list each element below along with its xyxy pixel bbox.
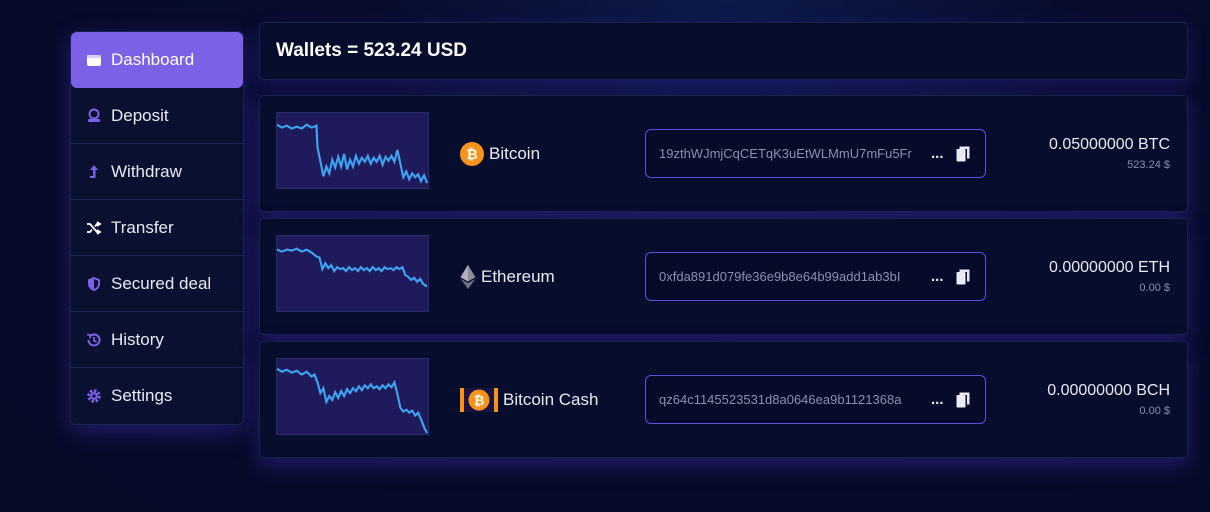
sidebar-item-label: Secured deal [111,273,212,293]
wallet-card-ethereum: Ethereum 0xfda891d079fe36e9b8e64b99add1a… [259,218,1188,335]
sidebar-item-withdraw[interactable]: Withdraw [71,144,243,200]
wallet-balance: 0.05000000 BTC 523.24 $ [1049,136,1170,171]
price-sparkline [276,112,429,189]
balance-usd: 523.24 $ [1127,159,1170,171]
wallet-balance: 0.00000000 BCH 0.00 $ [1047,382,1170,417]
balance-amount: 0.00000000 ETH [1049,259,1170,276]
wallet-card-bitcoin-cash: ₿ Bitcoin Cash qz64c1145523531d8a0646ea9… [259,341,1188,458]
shield-icon [85,275,103,293]
sidebar-item-label: History [111,329,164,349]
balance-amount: 0.05000000 BTC [1049,136,1170,153]
sidebar-item-deposit[interactable]: Deposit [71,88,243,144]
wallet-balance: 0.00000000 ETH 0.00 $ [1049,259,1170,294]
wallet-address[interactable]: qz64c1145523531d8a0646ea9b1121368a [659,392,921,407]
coin-name: ₿ Bitcoin [460,142,540,166]
wallet-address-field[interactable]: qz64c1145523531d8a0646ea9b1121368a ... [645,375,986,424]
sidebar-item-label: Settings [111,386,173,405]
sidebar-item-label: Dashboard [111,50,195,69]
wallet-address-field[interactable]: 19zthWJmjCqCETqK3uEtWLMmU7mFu5Fr ... [645,129,986,178]
bitcoin-icon: ₿ [460,142,484,166]
address-ellipsis: ... [931,145,944,162]
sidebar-item-settings[interactable]: Settings [71,368,243,424]
copy-icon[interactable] [956,146,970,162]
sidebar-item-transfer[interactable]: Transfer [71,200,243,256]
sidebar-item-label: Deposit [111,105,169,125]
page-title: Wallets = 523.24 USD [276,40,467,61]
ethereum-icon [460,265,476,289]
price-sparkline [276,358,429,435]
bitcoin-cash-icon: ₿ [460,388,498,412]
wallet-card-bitcoin: ₿ Bitcoin 19zthWJmjCqCETqK3uEtWLMmU7mFu5… [259,95,1188,212]
sidebar-item-secured-deal[interactable]: Secured deal [71,256,243,312]
wallet-address[interactable]: 0xfda891d079fe36e9b8e64b99add1ab3bI [659,269,921,284]
sidebar-item-history[interactable]: History [71,312,243,368]
coin-name: Ethereum [460,265,555,289]
balance-amount: 0.00000000 BCH [1047,382,1170,399]
copy-icon[interactable] [956,269,970,285]
wallet-address-field[interactable]: 0xfda891d079fe36e9b8e64b99add1ab3bI ... [645,252,986,301]
address-ellipsis: ... [931,391,944,408]
svg-text:₿: ₿ [466,147,477,163]
transfer-icon [85,219,103,237]
coin-name: ₿ Bitcoin Cash [460,388,598,412]
sidebar: Dashboard Deposit Withdraw Transfer Secu… [70,31,244,425]
sidebar-item-dashboard[interactable]: Dashboard [71,32,243,88]
price-sparkline [276,235,429,312]
wallet-icon [85,51,103,69]
balance-usd: 0.00 $ [1139,405,1170,417]
deposit-icon [85,107,103,125]
history-icon [85,331,103,349]
sidebar-item-label: Withdraw [111,161,182,181]
gear-icon [85,387,103,405]
wallets-header: Wallets = 523.24 USD [259,22,1188,80]
wallet-address[interactable]: 19zthWJmjCqCETqK3uEtWLMmU7mFu5Fr [659,146,921,161]
balance-usd: 0.00 $ [1139,282,1170,294]
withdraw-icon [85,163,103,181]
svg-text:₿: ₿ [474,394,485,409]
copy-icon[interactable] [956,392,970,408]
sidebar-item-label: Transfer [111,217,174,237]
address-ellipsis: ... [931,268,944,285]
